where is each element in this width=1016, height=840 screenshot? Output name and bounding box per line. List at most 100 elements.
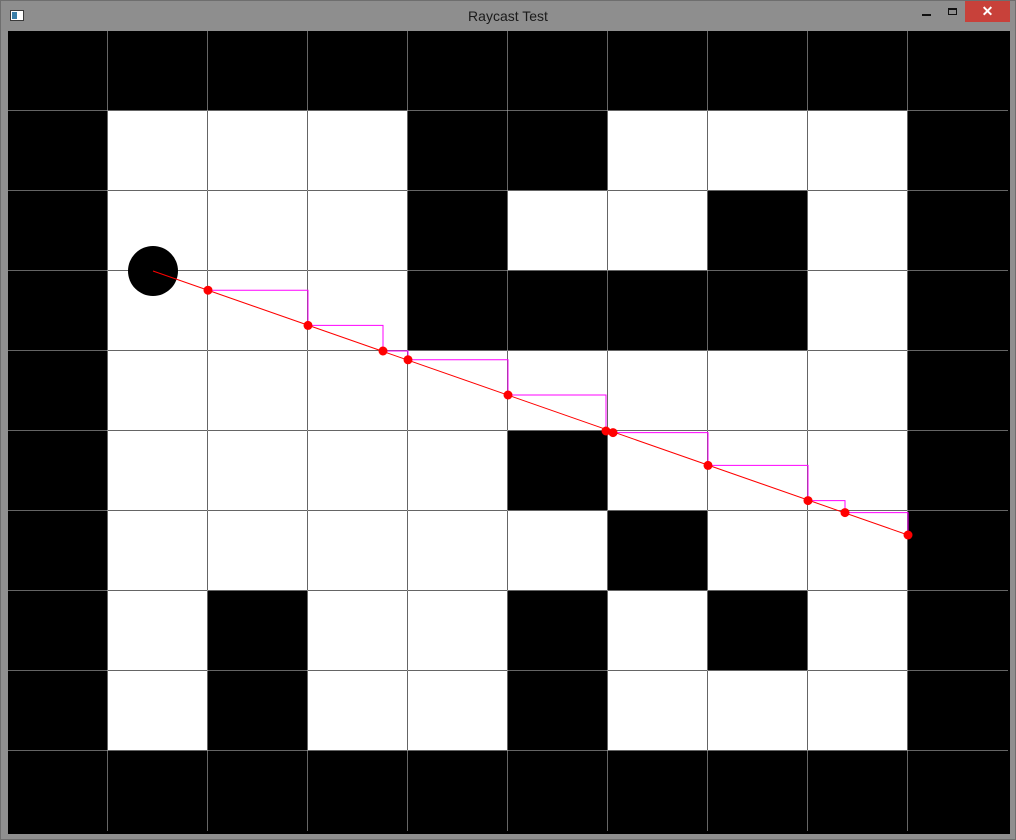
ray-hit-point — [803, 496, 813, 506]
wall-cell — [508, 751, 607, 830]
wall-cell — [508, 591, 607, 670]
wall-cell — [408, 111, 507, 190]
wall-cell — [908, 671, 1007, 750]
wall-cell — [908, 591, 1007, 670]
floor-cell — [308, 591, 407, 670]
ray-hit-point — [608, 428, 618, 438]
floor-cell — [808, 351, 907, 430]
wall-cell — [8, 31, 107, 110]
wall-cell — [708, 271, 807, 350]
wall-cell — [308, 751, 407, 830]
wall-cell — [908, 271, 1007, 350]
wall-cell — [908, 351, 1007, 430]
wall-cell — [8, 351, 107, 430]
ray-hit-point — [203, 285, 213, 295]
wall-cell — [508, 31, 607, 110]
wall-cell — [508, 111, 607, 190]
floor-cell — [608, 671, 707, 750]
floor-cell — [808, 191, 907, 270]
wall-cell — [8, 191, 107, 270]
wall-cell — [8, 591, 107, 670]
wall-cell — [508, 271, 607, 350]
floor-cell — [708, 671, 807, 750]
raycast-canvas[interactable] — [8, 31, 1010, 834]
floor-cell — [408, 591, 507, 670]
floor-cell — [508, 351, 607, 430]
title-bar[interactable]: Raycast Test ✕ — [1, 1, 1015, 31]
wall-cell — [8, 111, 107, 190]
wall-cell — [808, 751, 907, 830]
wall-cell — [108, 751, 207, 830]
floor-cell — [708, 111, 807, 190]
floor-cell — [708, 511, 807, 590]
wall-cell — [708, 591, 807, 670]
wall-cell — [408, 271, 507, 350]
wall-cell — [208, 671, 307, 750]
ray-hit-point — [503, 390, 513, 400]
floor-cell — [208, 351, 307, 430]
floor-cell — [808, 111, 907, 190]
floor-cell — [108, 431, 207, 510]
floor-cell — [308, 511, 407, 590]
raycast-scene — [8, 31, 1008, 831]
wall-cell — [8, 751, 107, 830]
wall-cell — [8, 431, 107, 510]
floor-cell — [308, 671, 407, 750]
wall-cell — [608, 31, 707, 110]
wall-cell — [108, 31, 207, 110]
ray-hit-point — [840, 508, 850, 518]
close-icon: ✕ — [981, 3, 994, 19]
wall-cell — [8, 511, 107, 590]
wall-cell — [908, 431, 1007, 510]
wall-cell — [908, 751, 1007, 830]
floor-cell — [808, 591, 907, 670]
wall-cell — [708, 191, 807, 270]
floor-cell — [708, 351, 807, 430]
wall-cell — [608, 511, 707, 590]
floor-cell — [208, 111, 307, 190]
wall-cell — [408, 191, 507, 270]
wall-cell — [608, 271, 707, 350]
floor-cell — [308, 111, 407, 190]
wall-cell — [8, 671, 107, 750]
floor-cell — [208, 431, 307, 510]
close-button[interactable]: ✕ — [965, 1, 1010, 22]
maximize-button[interactable] — [939, 1, 965, 22]
floor-cell — [508, 511, 607, 590]
floor-cell — [608, 591, 707, 670]
floor-cell — [108, 671, 207, 750]
floor-cell — [608, 191, 707, 270]
floor-cell — [208, 191, 307, 270]
wall-cell — [508, 431, 607, 510]
floor-cell — [108, 511, 207, 590]
wall-cell — [608, 751, 707, 830]
ray-hit-point — [903, 530, 913, 540]
wall-cell — [208, 591, 307, 670]
floor-cell — [408, 671, 507, 750]
floor-cell — [108, 111, 207, 190]
ray-hit-point — [378, 346, 388, 356]
floor-cell — [208, 511, 307, 590]
floor-cell — [508, 191, 607, 270]
floor-cell — [108, 591, 207, 670]
wall-cell — [308, 31, 407, 110]
floor-cell — [208, 271, 307, 350]
wall-cell — [708, 31, 807, 110]
window-title: Raycast Test — [468, 8, 548, 24]
wall-cell — [508, 671, 607, 750]
floor-cell — [308, 271, 407, 350]
wall-cell — [908, 31, 1007, 110]
wall-cell — [908, 191, 1007, 270]
wall-cell — [908, 111, 1007, 190]
ray-hit-point — [303, 320, 313, 330]
minimize-button[interactable] — [913, 1, 939, 22]
floor-cell — [408, 511, 507, 590]
wall-cell — [908, 511, 1007, 590]
floor-cell — [108, 351, 207, 430]
wall-cell — [708, 751, 807, 830]
wall-cell — [808, 31, 907, 110]
wall-cell — [208, 31, 307, 110]
floor-cell — [308, 191, 407, 270]
app-window: Raycast Test ✕ — [0, 0, 1016, 840]
floor-cell — [308, 431, 407, 510]
